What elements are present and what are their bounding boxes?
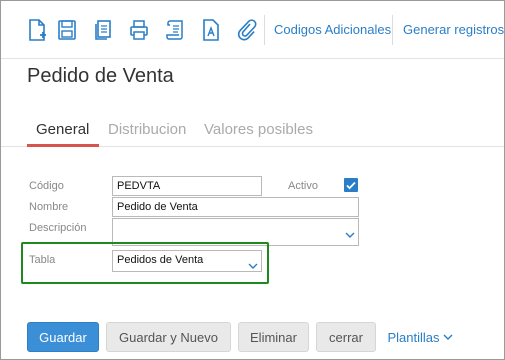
checkmark-icon bbox=[346, 181, 356, 190]
eliminar-button[interactable]: Eliminar bbox=[238, 322, 309, 352]
tabla-select[interactable]: Pedidos de Venta bbox=[112, 250, 262, 272]
new-document-icon[interactable] bbox=[25, 17, 49, 43]
guardar-y-nuevo-button[interactable]: Guardar y Nuevo bbox=[106, 322, 231, 352]
toolbar: Codigos Adicionales Generar registros bbox=[1, 1, 504, 59]
codigo-field[interactable]: PEDVTA bbox=[112, 176, 262, 196]
codigo-label: Código bbox=[29, 180, 64, 192]
nombre-label: Nombre bbox=[29, 201, 69, 213]
tab-general[interactable]: General bbox=[36, 121, 89, 138]
active-tab-indicator bbox=[27, 144, 99, 147]
font-document-icon[interactable] bbox=[199, 17, 223, 43]
generar-registros-link[interactable]: Generar registros bbox=[403, 22, 504, 37]
guardar-button[interactable]: Guardar bbox=[27, 322, 99, 352]
scroll-icon[interactable] bbox=[163, 17, 187, 43]
toolbar-separator bbox=[264, 15, 265, 45]
window-frame: Codigos Adicionales Generar registros Pe… bbox=[0, 0, 505, 360]
chevron-down-icon[interactable] bbox=[345, 231, 355, 239]
tab-bar: General Distribucion Valores posibles bbox=[1, 119, 504, 147]
tab-valores-posibles[interactable]: Valores posibles bbox=[204, 121, 313, 138]
toolbar-separator bbox=[392, 15, 393, 45]
activo-checkbox[interactable] bbox=[344, 178, 358, 192]
cerrar-button[interactable]: cerrar bbox=[316, 322, 376, 352]
plantillas-label: Plantillas bbox=[387, 329, 440, 345]
tabla-label: Tabla bbox=[29, 254, 56, 266]
copy-icon[interactable] bbox=[91, 17, 115, 43]
attachment-icon[interactable] bbox=[234, 17, 258, 43]
plantillas-dropdown[interactable]: Plantillas bbox=[383, 322, 457, 352]
tab-distribucion[interactable]: Distribucion bbox=[108, 121, 186, 138]
page-title: Pedido de Venta bbox=[27, 65, 174, 87]
descripcion-label: Descripción bbox=[29, 222, 87, 234]
save-icon[interactable] bbox=[55, 17, 79, 43]
print-icon[interactable] bbox=[127, 17, 151, 43]
chevron-down-icon[interactable] bbox=[248, 262, 258, 270]
nombre-field[interactable]: Pedido de Venta bbox=[112, 197, 359, 217]
chevron-down-icon bbox=[443, 334, 453, 340]
codigos-adicionales-link[interactable]: Codigos Adicionales bbox=[274, 22, 391, 37]
activo-label: Activo bbox=[288, 180, 318, 192]
